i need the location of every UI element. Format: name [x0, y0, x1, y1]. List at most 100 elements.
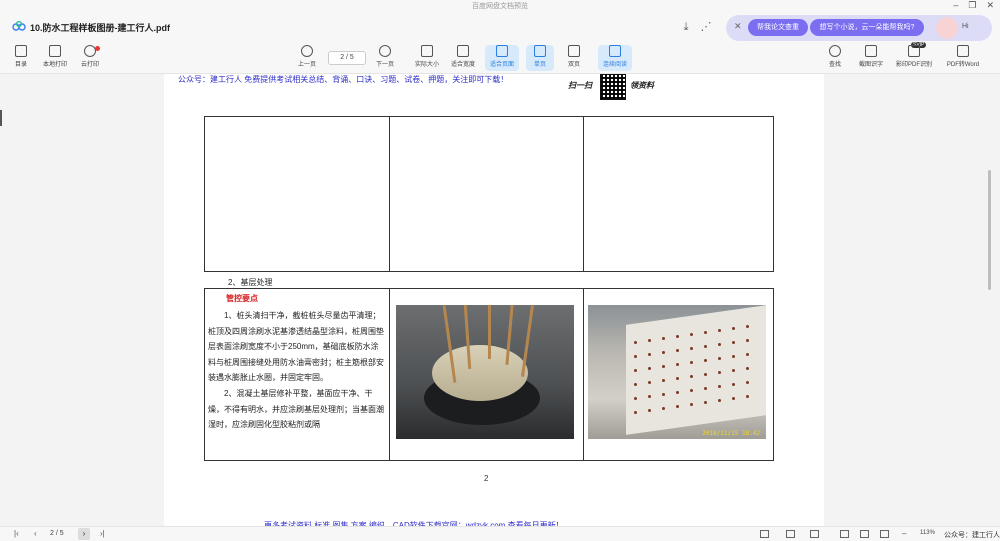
wall-tie-hole	[704, 345, 707, 348]
section-title: 2、基层处理	[228, 278, 273, 287]
next-page-icon[interactable]: ›	[78, 528, 90, 540]
wall-tie-hole	[732, 327, 735, 330]
ai-suggestion-novel[interactable]: 想写个小说，云一朵能帮我吗?	[810, 19, 924, 36]
window-caption: 百度网盘文档预览 – ❐ ✕	[0, 0, 1000, 12]
screenshot-ocr-button[interactable]: 截图识字	[854, 45, 888, 71]
wall-tie-hole	[718, 329, 721, 332]
wall-tie-hole	[648, 395, 651, 398]
pile-head-photo	[396, 305, 574, 439]
toc-icon	[15, 45, 27, 57]
wall-tie-hole	[718, 385, 721, 388]
restore-icon[interactable]: ❐	[968, 0, 976, 11]
wall-tie-hole	[690, 403, 693, 406]
local-print-button[interactable]: 本地打印	[38, 45, 72, 71]
zoom-level[interactable]: 113%	[920, 530, 935, 536]
first-page-icon[interactable]: |‹	[14, 529, 19, 538]
double-page-button[interactable]: 双页	[560, 45, 588, 71]
ai-panel-close-icon[interactable]: ✕	[734, 21, 742, 32]
wall-tie-hole	[718, 343, 721, 346]
cloud-print-button[interactable]: 云打印	[73, 45, 107, 71]
status-page-indicator[interactable]: 2 / 5	[50, 530, 64, 537]
scanned-pdf-recognition-button[interactable]: 影印PDF识别	[894, 45, 934, 71]
sidebar-toggle-handle[interactable]	[0, 110, 2, 126]
notification-dot	[95, 46, 100, 51]
fit-width-button[interactable]: 适合宽度	[446, 45, 480, 71]
continuous-icon	[609, 45, 621, 57]
wall-tie-hole	[634, 397, 637, 400]
wall-tie-hole	[634, 341, 637, 344]
wall-tie-hole	[704, 373, 707, 376]
actual-size-button[interactable]: 实际大小	[410, 45, 444, 71]
wall-tie-hole	[662, 393, 665, 396]
wall-tie-hole	[746, 395, 749, 398]
wall-tie-hole	[746, 367, 749, 370]
fit-page-icon	[496, 45, 508, 57]
wall-tie-hole	[718, 399, 721, 402]
wall-tie-hole	[718, 357, 721, 360]
wall-tie-hole	[704, 359, 707, 362]
download-icon[interactable]: ⤓	[679, 20, 693, 34]
wall-tie-hole	[634, 411, 637, 414]
prev-page-icon[interactable]: ‹	[34, 529, 37, 538]
zoom-out-icon[interactable]: –	[902, 529, 906, 538]
wall-tie-hole	[676, 349, 679, 352]
close-icon[interactable]: ✕	[986, 0, 994, 11]
right-gutter	[824, 74, 1000, 526]
wall-tie-hole	[662, 337, 665, 340]
find-button[interactable]: 查找	[820, 45, 850, 71]
view-mode-icon[interactable]	[786, 530, 795, 538]
paragraph: 1、桩头清扫干净，截桩桩头尽量齿平清理；桩顶及四周涂刷水泥基渗透结晶型涂料，桩周…	[208, 311, 384, 383]
last-page-icon[interactable]: ›|	[100, 529, 105, 538]
left-gutter	[0, 74, 164, 526]
view-mode-icon[interactable]	[760, 530, 769, 538]
scan-label-left: 扫一扫	[568, 80, 592, 90]
wall-tie-hole	[676, 335, 679, 338]
crop-icon	[865, 45, 877, 57]
double-page-icon	[568, 45, 580, 57]
share-icon[interactable]: ⋰	[699, 20, 713, 34]
pdf-word-icon	[957, 45, 969, 57]
window-controls: – ❐ ✕	[953, 0, 994, 11]
wall-tie-hole	[732, 383, 735, 386]
wall-tie-hole	[634, 355, 637, 358]
ai-avatar-icon[interactable]	[936, 17, 958, 39]
view-mode-icon[interactable]	[880, 530, 889, 538]
fit-width-icon	[457, 45, 469, 57]
ai-suggestion-plagiarism[interactable]: 帮我论文查重	[748, 19, 808, 36]
page-number: 2	[484, 474, 489, 483]
page-number-input[interactable]: 2 / 5	[328, 51, 366, 65]
single-page-button[interactable]: 单页	[526, 45, 554, 71]
table-column-divider	[389, 117, 390, 271]
wall-tie-hole	[676, 363, 679, 366]
control-points-title: 管控要点	[226, 294, 258, 303]
fit-page-button[interactable]: 适合页面	[485, 45, 519, 71]
view-mode-icon[interactable]	[840, 530, 849, 538]
wall-tie-hole	[676, 377, 679, 380]
continuous-reading-button[interactable]: 连续阅读	[598, 45, 632, 71]
view-mode-icon[interactable]	[860, 530, 869, 538]
wall-tie-hole	[704, 331, 707, 334]
wall-tie-hole	[648, 353, 651, 356]
view-mode-icon[interactable]	[810, 530, 819, 538]
scan-label-right: 领资料	[630, 80, 654, 90]
toc-button[interactable]: 目录	[4, 45, 38, 71]
prev-page-button[interactable]: 上一页	[290, 45, 324, 71]
publisher-line: 公众号：建工行人 免费提供考试相关总结、背诵、口诀、习题、试卷、押题，关注即可下…	[178, 75, 509, 84]
vertical-scrollbar[interactable]	[988, 170, 991, 290]
next-page-button[interactable]: 下一页	[368, 45, 402, 71]
ai-assistant-panel: ✕ 帮我论文查重 想写个小说，云一朵能帮我吗? Hi	[726, 15, 992, 41]
wall-tie-hole	[746, 381, 749, 384]
wall-tie-hole	[676, 391, 679, 394]
watermark-text: 公众号：建工行人	[944, 532, 1000, 539]
wall-tie-hole	[704, 387, 707, 390]
wall-tie-hole	[746, 339, 749, 342]
wall-tie-hole	[634, 383, 637, 386]
minimize-icon[interactable]: –	[953, 0, 958, 11]
scan-pdf-icon	[908, 45, 920, 57]
foundation-wall-photo: 2018/11/15 18:42	[588, 305, 766, 439]
qr-code-icon	[600, 74, 626, 100]
pdf-to-word-button[interactable]: PDF转Word	[942, 45, 984, 71]
viewer-toolbar: 目录 本地打印 云打印 上一页 2 / 5 下一页 实际大小 适合宽度 适合页面…	[0, 42, 1000, 74]
table-column-divider	[583, 289, 584, 460]
paragraph: 2、混凝土基层修补平整，基面应干净、干燥，不得有明水，并应涂刷基层处理剂；当基面…	[208, 388, 384, 430]
